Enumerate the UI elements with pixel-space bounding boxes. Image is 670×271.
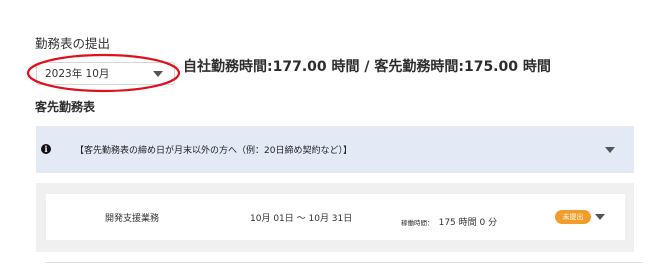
page-title: 勤務表の提出 <box>35 36 111 51</box>
timesheet-row[interactable]: 開発支援業務 10月 01日 〜 10月 31日 稼働時間： 175 時間 0 … <box>46 194 625 240</box>
section-title: 客先勤務表 <box>35 100 96 114</box>
info-icon: i <box>41 144 51 154</box>
status-badge: 未提出 <box>555 210 591 224</box>
worked-time-label: 稼働時間： <box>401 219 434 227</box>
timesheet-list: 開発支援業務 10月 01日 〜 10月 31日 稼働時間： 175 時間 0 … <box>36 183 634 252</box>
work-name: 開発支援業務 <box>105 214 160 224</box>
chevron-down-icon <box>605 147 615 153</box>
period: 10月 01日 〜 10月 31日 <box>250 214 353 224</box>
worked-time-value: 175 時間 0 分 <box>438 218 498 228</box>
worked-time: 稼働時間： 175 時間 0 分 <box>401 210 497 229</box>
highlight-ellipse <box>26 53 181 93</box>
divider <box>45 262 643 263</box>
notice-text: 【客先勤務表の締め日が月末以外の方へ（例：20日締め契約など）】 <box>75 146 352 156</box>
chevron-down-icon <box>595 214 605 220</box>
notice-accordion[interactable]: i 【客先勤務表の締め日が月末以外の方へ（例：20日締め契約など）】 <box>36 126 634 173</box>
hours-summary: 自社勤務時間:177.00 時間 / 客先勤務時間:175.00 時間 <box>183 59 551 75</box>
